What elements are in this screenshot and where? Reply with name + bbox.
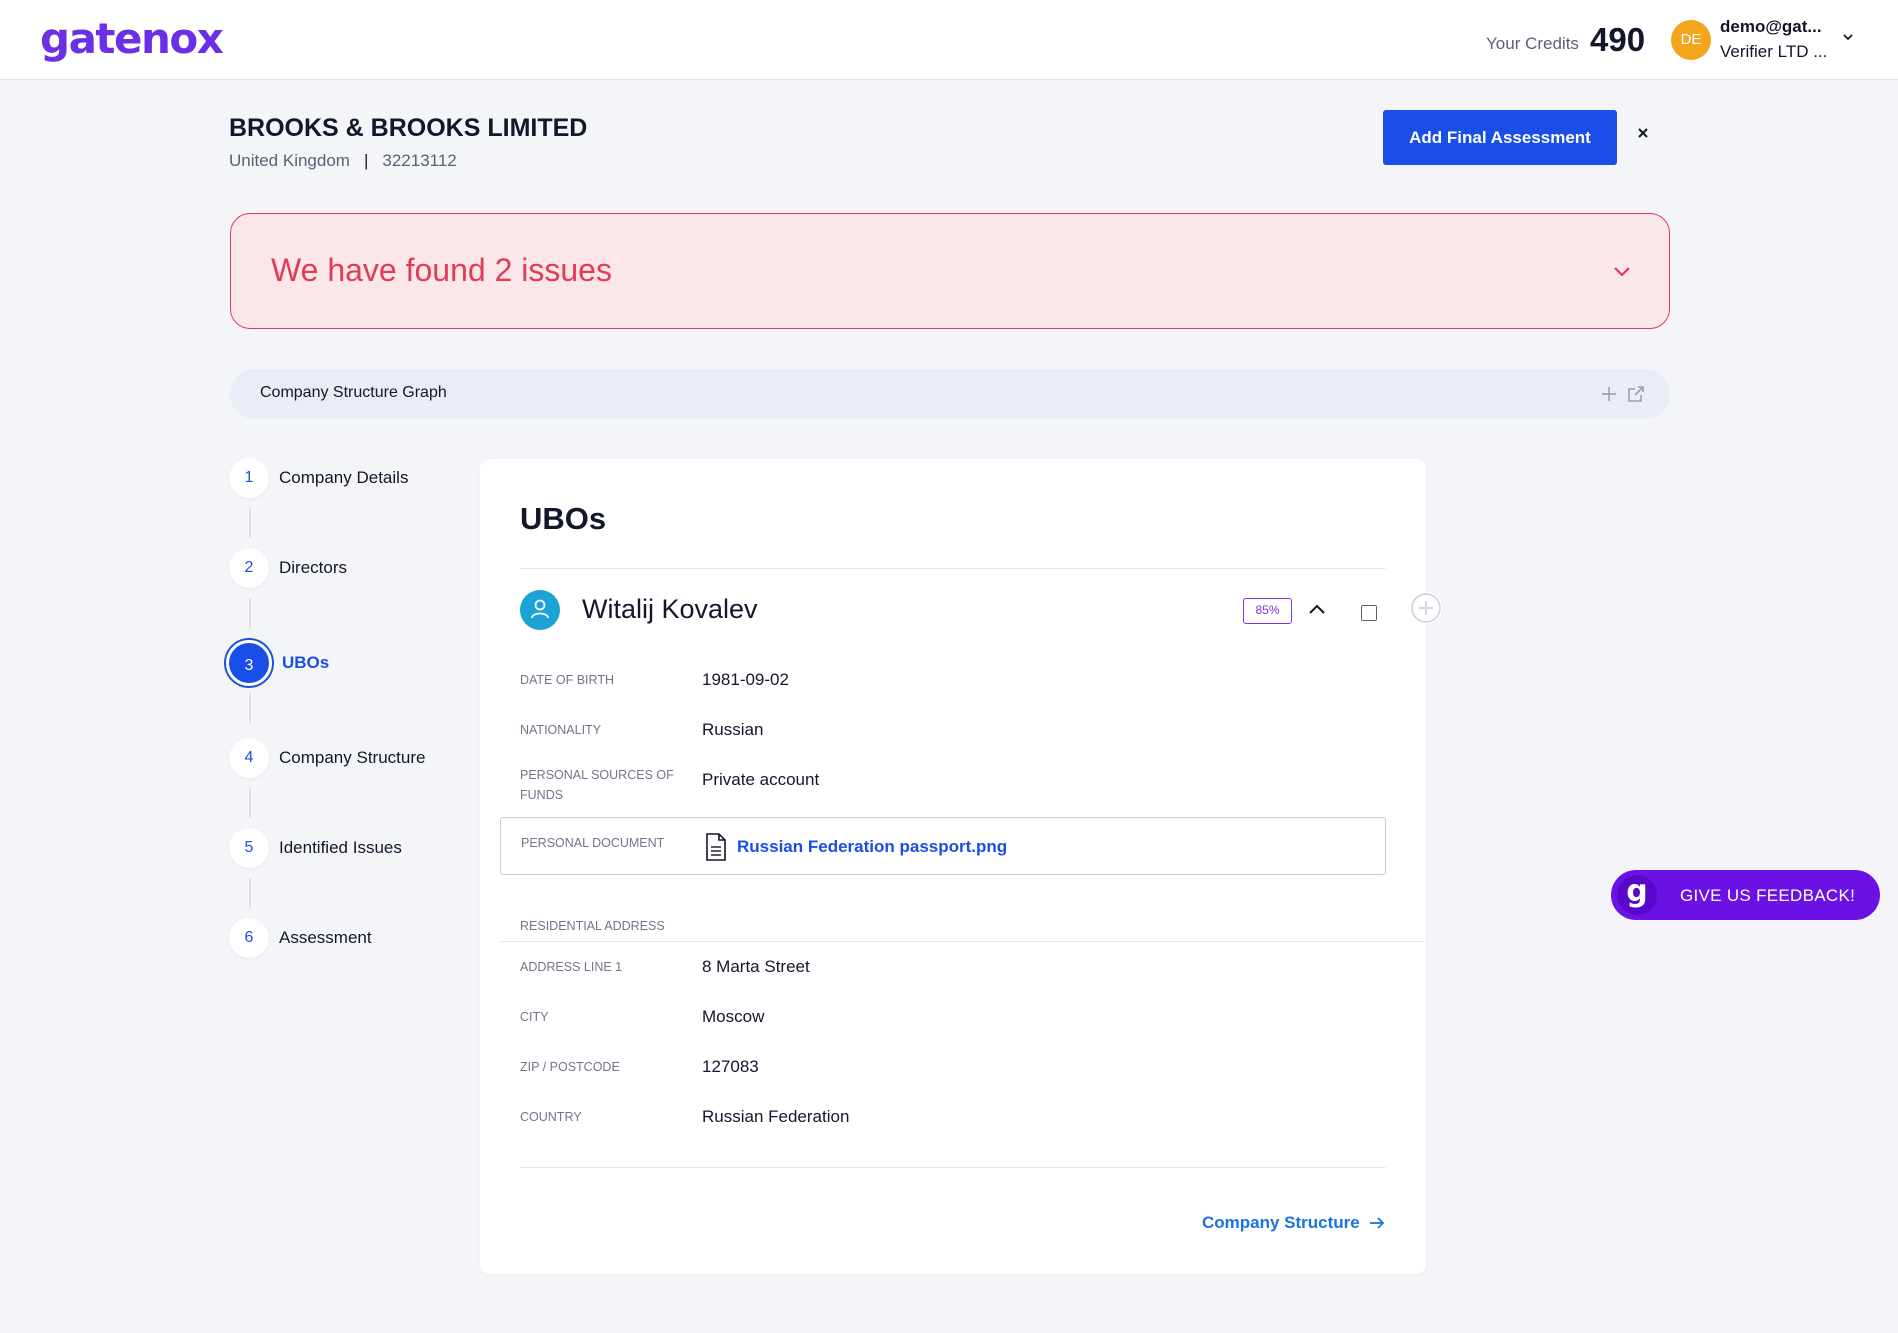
step-label: Company Details — [279, 468, 409, 487]
feedback-label: GIVE US FEEDBACK! — [1680, 886, 1856, 905]
step-number: 3 — [226, 640, 272, 686]
plus-icon[interactable] — [1600, 385, 1618, 403]
graph-title: Company Structure Graph — [260, 384, 447, 401]
zip-value: 127083 — [702, 1057, 759, 1076]
step-connector — [249, 878, 251, 908]
company-country: United Kingdom — [229, 151, 350, 170]
divider — [500, 941, 1426, 942]
divider — [520, 1167, 1386, 1168]
meta-divider: | — [363, 151, 369, 170]
step-company-details[interactable]: 1 Company Details — [229, 458, 408, 498]
country-value: Russian Federation — [702, 1107, 850, 1126]
step-connector — [249, 508, 251, 538]
document-icon — [706, 833, 726, 861]
step-assessment[interactable]: 6 Assessment — [229, 918, 372, 958]
step-number: 6 — [229, 918, 269, 958]
nationality-value: Russian — [702, 720, 764, 739]
company-meta: United Kingdom | 32213112 — [229, 151, 457, 171]
chevron-up-icon[interactable] — [1308, 603, 1326, 615]
company-name: BROOKS & BROOKS LIMITED — [229, 114, 588, 142]
next-step-link[interactable]: Company Structure — [1202, 1213, 1360, 1233]
user-org[interactable]: Verifier LTD ... — [1720, 42, 1827, 62]
step-number: 2 — [229, 548, 269, 588]
give-feedback-button[interactable]: g GIVE US FEEDBACK! — [1611, 870, 1880, 920]
dob-label: DATE OF BIRTH — [520, 673, 614, 687]
credits-label: Your Credits — [1486, 34, 1579, 53]
step-connector — [249, 788, 251, 818]
city-label: CITY — [520, 1010, 549, 1024]
document-label: PERSONAL DOCUMENT — [521, 836, 665, 850]
nationality-label: NATIONALITY — [520, 723, 602, 737]
add-circle-icon[interactable] — [1410, 592, 1442, 624]
user-email[interactable]: demo@gat... — [1720, 17, 1822, 37]
step-number: 1 — [229, 458, 269, 498]
step-label: Assessment — [279, 928, 372, 947]
issues-banner[interactable]: We have found 2 issues — [230, 213, 1670, 329]
person-icon — [520, 590, 560, 630]
credits-value: 490 — [1590, 21, 1646, 58]
step-label: UBOs — [282, 653, 330, 672]
gatenox-logo[interactable]: gatenox — [40, 14, 224, 63]
step-connector — [249, 598, 251, 628]
gatenox-g-icon: g — [1617, 875, 1657, 915]
match-percent-badge: 85% — [1243, 598, 1292, 624]
issues-text: We have found 2 issues — [271, 252, 612, 288]
step-identified-issues[interactable]: 5 Identified Issues — [229, 828, 402, 868]
step-ubos[interactable]: 3 UBOs — [226, 640, 330, 686]
step-label: Company Structure — [279, 748, 426, 767]
personal-document-row: PERSONAL DOCUMENT Russian Federation pas… — [500, 817, 1386, 875]
chevron-down-icon[interactable] — [1611, 264, 1633, 278]
select-checkbox[interactable] — [1361, 605, 1377, 621]
external-link-icon[interactable] — [1626, 384, 1646, 404]
address1-value: 8 Marta Street — [702, 957, 810, 976]
step-connector — [249, 693, 251, 723]
ubos-card: UBOs Witalij Kovalev 85% DATE OF BIRTH 1… — [480, 459, 1442, 1274]
funds-value: Private account — [702, 770, 820, 789]
zip-label: ZIP / POSTCODE — [520, 1060, 620, 1074]
company-number: 32213112 — [382, 151, 457, 170]
document-link[interactable]: Russian Federation passport.png — [737, 837, 1007, 857]
top-bar: gatenox Your Credits 490 DE demo@gat... … — [0, 0, 1898, 80]
chevron-down-icon[interactable] — [1841, 30, 1855, 44]
card-title: UBOs — [520, 501, 607, 536]
dob-value: 1981-09-02 — [702, 670, 789, 689]
divider — [520, 568, 1386, 569]
company-structure-graph-bar[interactable]: Company Structure Graph — [230, 369, 1670, 419]
funds-label: PERSONAL SOURCES OF FUNDS — [520, 768, 674, 802]
steps-navigation: 1 Company Details 2 Directors 3 UBOs 4 C… — [226, 458, 459, 978]
ubo-name: Witalij Kovalev — [582, 594, 758, 624]
step-label: Identified Issues — [279, 838, 402, 857]
arrow-right-icon[interactable] — [1368, 1214, 1386, 1232]
close-icon[interactable] — [1636, 126, 1650, 140]
step-directors[interactable]: 2 Directors — [229, 548, 347, 588]
residential-address-heading: RESIDENTIAL ADDRESS — [520, 919, 665, 933]
country-label: COUNTRY — [520, 1110, 582, 1124]
step-number: 4 — [229, 738, 269, 778]
city-value: Moscow — [702, 1007, 765, 1026]
step-company-structure[interactable]: 4 Company Structure — [229, 738, 425, 778]
step-number: 5 — [229, 828, 269, 868]
step-label: Directors — [279, 558, 348, 577]
address1-label: ADDRESS LINE 1 — [520, 960, 623, 974]
add-final-assessment-button[interactable]: Add Final Assessment — [1383, 110, 1617, 165]
avatar[interactable]: DE — [1671, 20, 1711, 60]
